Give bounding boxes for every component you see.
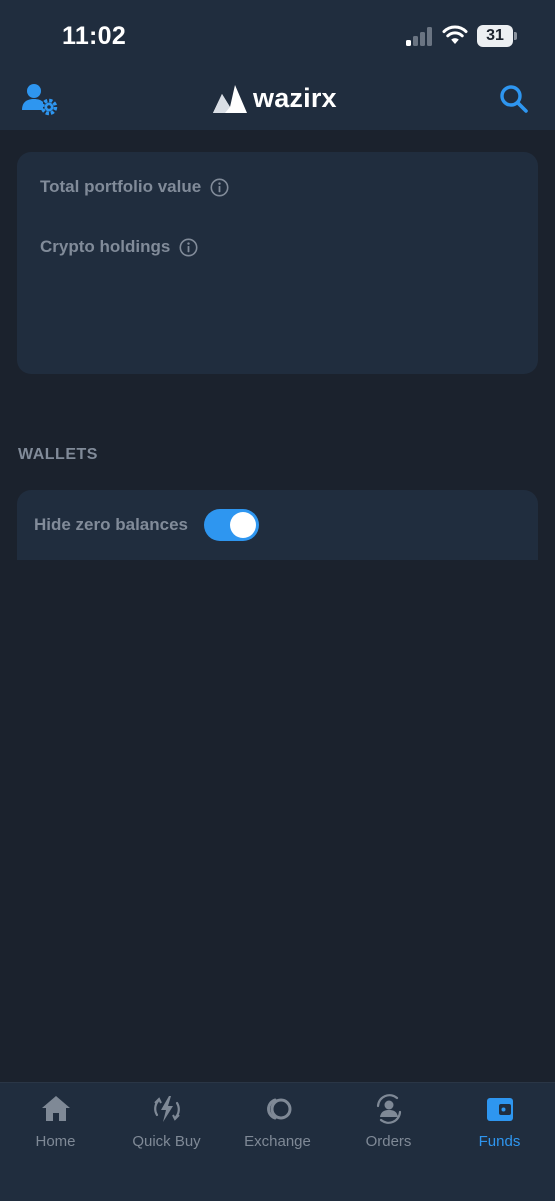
nav-orders[interactable]: Orders (333, 1093, 444, 1150)
portfolio-card: Total portfolio value Crypto holdings (17, 152, 538, 374)
nav-label-quick-buy: Quick Buy (132, 1133, 201, 1150)
top-bar: 11:02 31 wazirx (0, 0, 555, 130)
crypto-holdings-label: Crypto holdings (40, 237, 171, 256)
info-icon[interactable] (210, 178, 229, 197)
nav-exchange[interactable]: Exchange (222, 1093, 333, 1150)
nav-funds[interactable]: Funds (444, 1093, 555, 1150)
wazirx-logo: wazirx (213, 82, 337, 114)
cellular-signal-icon (406, 26, 434, 46)
status-bar: 11:02 31 (0, 0, 555, 70)
nav-home[interactable]: Home (0, 1093, 111, 1150)
orders-icon (376, 1094, 401, 1124)
battery-level: 31 (477, 25, 513, 47)
bottom-nav: Home Quick Buy Exchange Orders Funds (0, 1082, 555, 1201)
wallets-card: Hide zero balances (17, 490, 538, 560)
nav-label-home: Home (35, 1133, 76, 1150)
toggle-knob (230, 512, 256, 538)
wallets-section-title: WALLETS (18, 446, 98, 463)
quick-buy-icon (153, 1096, 180, 1122)
profile-settings-icon[interactable] (22, 83, 60, 117)
crypto-holdings-row: Crypto holdings (40, 237, 198, 257)
info-icon[interactable] (179, 238, 198, 257)
home-icon (41, 1096, 70, 1121)
nav-label-exchange: Exchange (244, 1133, 311, 1150)
status-time: 11:02 (62, 22, 127, 50)
battery-icon: 31 (477, 25, 517, 47)
nav-quick-buy[interactable]: Quick Buy (111, 1093, 222, 1150)
app-header: wazirx (0, 70, 555, 130)
total-portfolio-label: Total portfolio value (40, 177, 202, 196)
wifi-icon (442, 25, 468, 44)
exchange-icon (266, 1098, 291, 1120)
total-portfolio-row: Total portfolio value (40, 177, 229, 197)
wazirx-logo-icon (213, 85, 247, 113)
nav-label-funds: Funds (478, 1133, 521, 1150)
wallet-icon (486, 1098, 513, 1121)
search-icon[interactable] (498, 83, 530, 115)
hide-zero-balances-toggle[interactable] (204, 509, 259, 541)
nav-label-orders: Orders (365, 1133, 412, 1150)
logo-text: wazirx (253, 82, 337, 113)
hide-zero-balances-label: Hide zero balances (34, 515, 189, 534)
